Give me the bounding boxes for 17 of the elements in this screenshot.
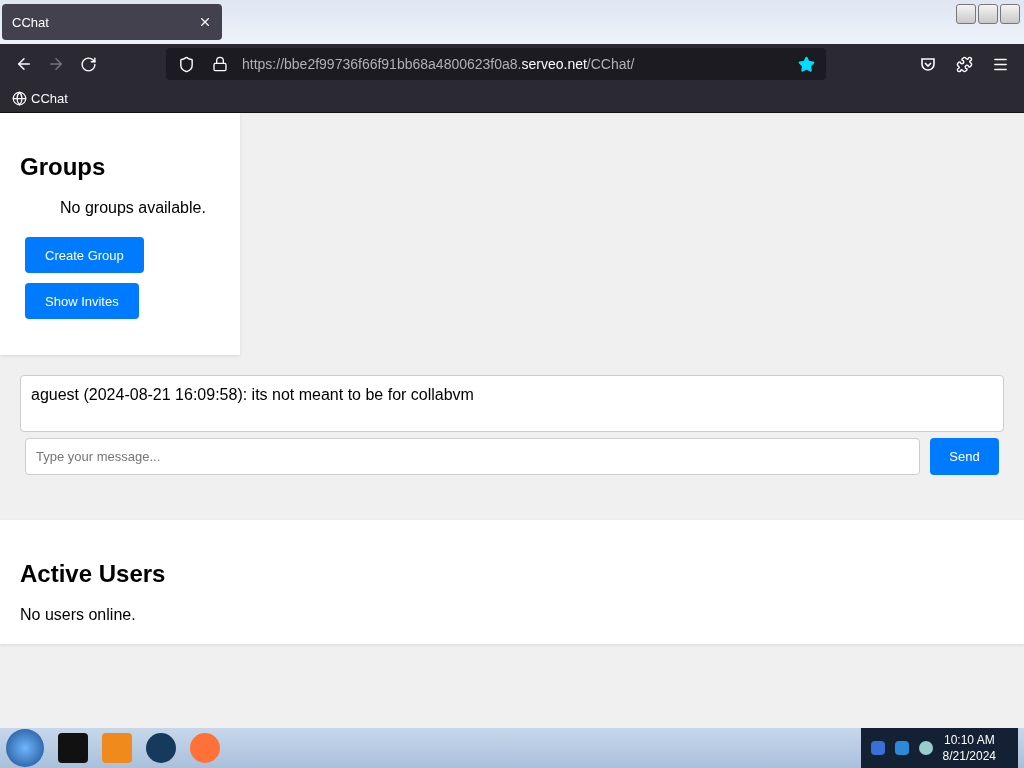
clock-time: 10:10 AM [942,732,996,748]
close-icon[interactable] [198,15,212,29]
group-button[interactable]: Show Invites [25,283,139,319]
groups-title: Groups [20,153,107,181]
send-button[interactable]: Send [930,438,999,475]
empty-text: No users online. [20,606,137,624]
browser-tab[interactable]: CChat [2,4,222,40]
url-text: https://bbe2f99736f66f91bb68a4800623f0a8.serveo.net/CChat/ [242,56,636,72]
empty-text: No groups available. [60,199,207,217]
address-bar[interactable]: https://bbe2f99736f66f91bb68a4800623f0a8.serveo.net/CChat/ [166,48,826,80]
clock-date: 8/21/2024 [942,748,996,764]
chat-message: aguest (2024-08-21 16:09:58): its not meant to be for collabvm [31,386,475,404]
group-button[interactable]: Create Group [25,237,144,273]
users-title: Active Users [20,560,167,588]
start-button[interactable] [6,729,44,767]
message-input[interactable]: Type your message... [25,438,920,475]
bookmark[interactable]: CChat [12,90,68,106]
